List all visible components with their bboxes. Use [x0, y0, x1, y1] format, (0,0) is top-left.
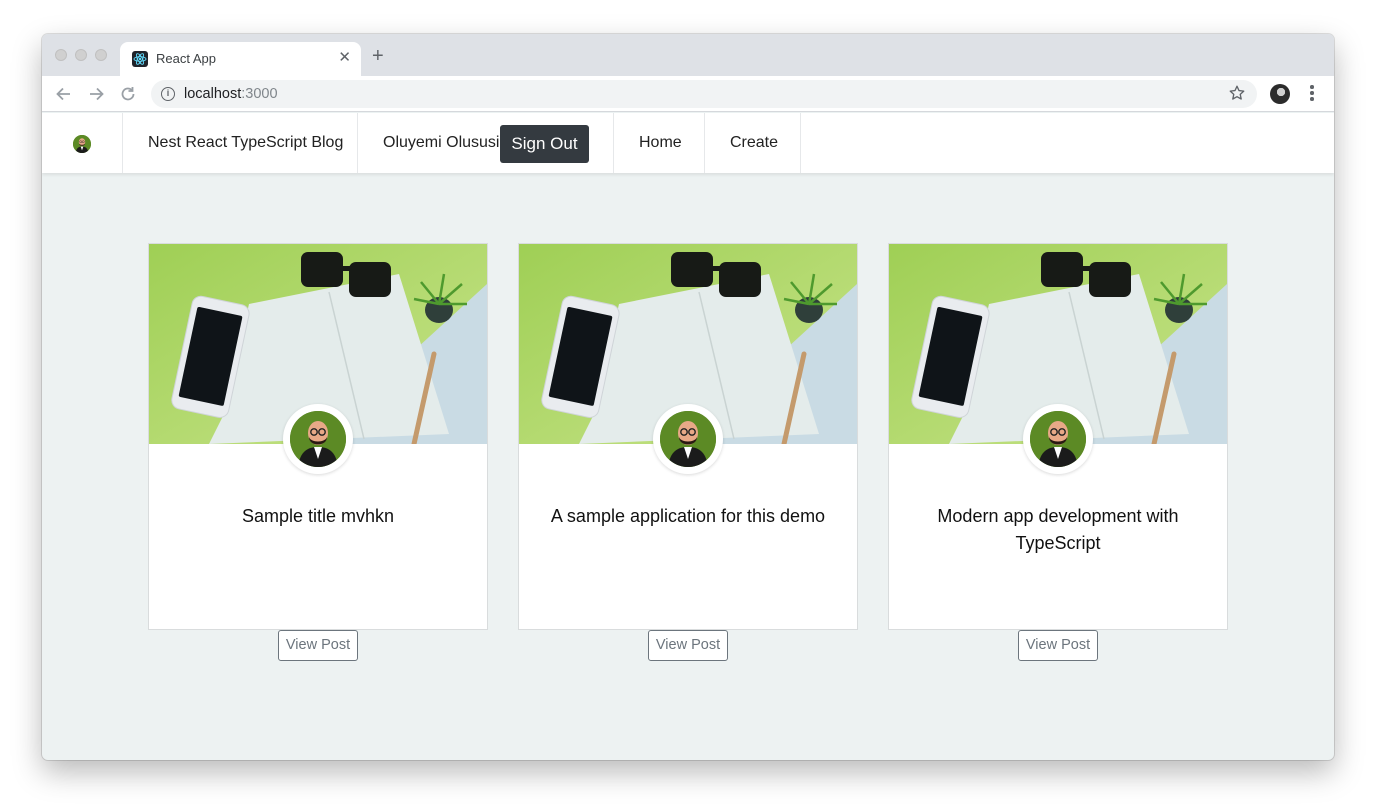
view-post-button[interactable]: View Post [648, 630, 728, 661]
browser-toolbar: i localhost:3000 [42, 76, 1334, 112]
tab-strip: React App ✕ + [42, 34, 1334, 76]
post-card: Modern app development with TypeScript [888, 243, 1228, 630]
site-info-icon[interactable]: i [161, 87, 175, 101]
forward-arrow-icon[interactable] [85, 83, 107, 105]
app-navbar: Nest React TypeScript Blog Oluyemi Olusu… [42, 113, 1334, 173]
browser-window: React App ✕ + i localhost:3000 Nest Reac… [42, 34, 1334, 760]
nav-brand-cell[interactable]: Nest React TypeScript Blog [123, 113, 358, 173]
address-bar[interactable]: i localhost:3000 [151, 80, 1257, 108]
url-text: localhost:3000 [184, 86, 278, 102]
view-post-button[interactable]: View Post [1018, 630, 1098, 661]
author-avatar [653, 404, 723, 474]
author-avatar [1023, 404, 1093, 474]
new-tab-icon[interactable]: + [372, 46, 384, 66]
back-arrow-icon[interactable] [53, 83, 75, 105]
nav-logo-cell[interactable] [42, 113, 123, 173]
view-post-button[interactable]: View Post [278, 630, 358, 661]
nav-home-link[interactable]: Home [639, 134, 682, 152]
bookmark-star-icon[interactable] [1228, 84, 1246, 107]
nav-home-cell[interactable]: Home [614, 113, 705, 173]
react-logo-icon [132, 51, 148, 67]
minimize-window-button[interactable] [75, 49, 87, 61]
nav-create-link[interactable]: Create [730, 134, 778, 152]
brand-link[interactable]: Nest React TypeScript Blog [148, 134, 343, 152]
post-title: A sample application for this demo [550, 506, 826, 526]
sign-out-button[interactable]: Sign Out [500, 125, 589, 163]
post-title: Sample title mvhkn [241, 506, 395, 526]
user-name: Oluyemi Olususi [383, 134, 500, 151]
post-card: A sample application for this demo [518, 243, 858, 630]
nav-create-cell[interactable]: Create [705, 113, 801, 173]
post-card: Sample title mvhkn [148, 243, 488, 630]
profile-avatar[interactable] [1270, 84, 1290, 104]
close-window-button[interactable] [55, 49, 67, 61]
author-avatar [283, 404, 353, 474]
browser-tab[interactable]: React App ✕ [120, 42, 361, 76]
tab-title: React App [156, 51, 216, 66]
post-title: Modern app development with TypeScript [937, 506, 1179, 553]
reload-icon[interactable] [117, 83, 139, 105]
user-avatar [73, 135, 91, 153]
close-tab-icon[interactable]: ✕ [338, 49, 351, 67]
browser-menu-icon[interactable] [1310, 85, 1314, 103]
zoom-window-button[interactable] [95, 49, 107, 61]
